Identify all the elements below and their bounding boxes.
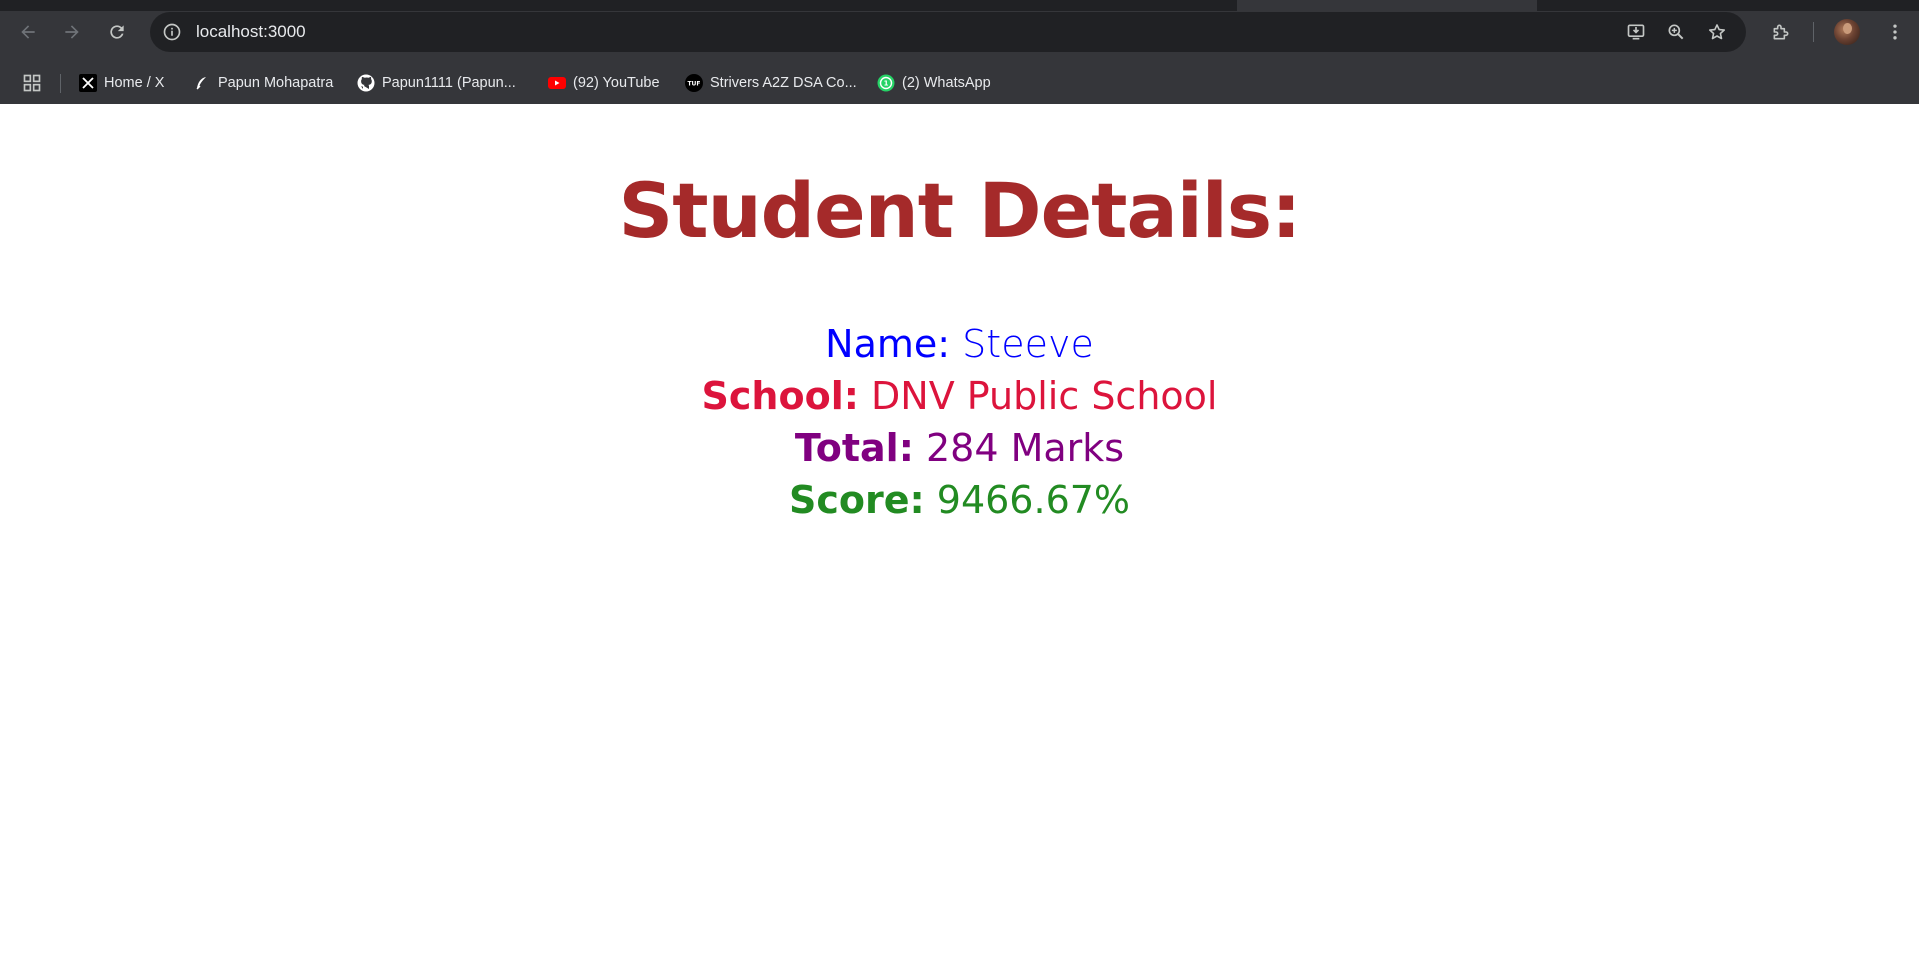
- menu-button[interactable]: [1879, 16, 1911, 48]
- total-value: 284 Marks: [926, 426, 1125, 470]
- zoom-icon: [1668, 24, 1684, 40]
- detail-row-school: School: DNV Public School: [0, 370, 1919, 422]
- detail-row-total: Total: 284 Marks: [0, 422, 1919, 474]
- score-value: 9466.67%: [936, 478, 1131, 522]
- bookmark-label: Strivers A2Z DSA Co...: [710, 75, 857, 91]
- address-bar[interactable]: localhost:3000: [150, 12, 1746, 52]
- youtube-icon: [548, 74, 566, 92]
- name-label: Name:: [825, 322, 951, 366]
- forward-button[interactable]: [56, 16, 88, 48]
- total-label: Total:: [794, 426, 914, 470]
- student-details: Name: Steeve School: DNV Public School T…: [0, 318, 1919, 526]
- detail-row-score: Score: 9466.67%: [0, 474, 1919, 526]
- school-label: School:: [701, 374, 859, 418]
- address-url[interactable]: localhost:3000: [196, 22, 306, 42]
- more-vertical-icon: [1893, 24, 1897, 40]
- bookmark-label: (2) WhatsApp: [902, 75, 991, 91]
- bookmark-github[interactable]: Papun1111 (Papun...: [353, 70, 520, 96]
- school-value: DNV Public School: [871, 374, 1218, 418]
- back-button[interactable]: [12, 16, 44, 48]
- extensions-button[interactable]: [1765, 16, 1797, 48]
- browser-chrome: localhost:3000 Home / X Papun Mohapatra …: [0, 0, 1919, 104]
- reload-button[interactable]: [101, 16, 133, 48]
- reload-icon: [110, 25, 124, 39]
- bookmark-youtube[interactable]: (92) YouTube: [544, 70, 664, 96]
- bookmark-papun-mohapatra[interactable]: Papun Mohapatra: [189, 70, 337, 96]
- apps-button[interactable]: [20, 71, 44, 95]
- toolbar-separator: [1813, 22, 1814, 42]
- bookmarks-separator: [60, 74, 61, 93]
- browser-toolbar: localhost:3000: [0, 0, 1919, 63]
- bookmark-label: Papun Mohapatra: [218, 75, 334, 91]
- site-info-button[interactable]: [158, 18, 186, 46]
- bookmark-label: (92) YouTube: [573, 75, 660, 91]
- tuf-icon: TUF: [685, 74, 703, 92]
- bookmark-strivers[interactable]: TUF Strivers A2Z DSA Co...: [681, 70, 861, 96]
- install-desktop-icon: [1627, 24, 1645, 40]
- star-icon: [1708, 24, 1726, 40]
- profile-avatar[interactable]: [1834, 19, 1860, 45]
- name-value: Steeve: [962, 322, 1094, 366]
- zoom-button[interactable]: [1662, 18, 1690, 46]
- arrow-right-icon: [65, 25, 79, 39]
- apps-grid-icon: [23, 74, 41, 92]
- bookmark-star-button[interactable]: [1703, 18, 1731, 46]
- arrow-left-icon: [21, 25, 35, 39]
- tab-strip: [0, 0, 1919, 11]
- svg-text:1: 1: [884, 80, 889, 88]
- x-logo-icon: [79, 74, 97, 92]
- bookmark-home-x[interactable]: Home / X: [75, 70, 168, 96]
- score-label: Score:: [788, 478, 925, 522]
- github-icon: [357, 74, 375, 92]
- page-content: Student Details: Name: Steeve School: DN…: [0, 104, 1919, 971]
- page-title: Student Details:: [618, 166, 1302, 255]
- puzzle-icon: [1773, 24, 1789, 40]
- tab-gap: [1237, 0, 1537, 11]
- bookmark-label: Home / X: [104, 75, 165, 91]
- info-icon: [163, 23, 181, 41]
- bookmark-label: Papun1111 (Papun...: [382, 75, 516, 91]
- whatsapp-icon: 1: [877, 74, 895, 92]
- svg-text:TUF: TUF: [687, 81, 700, 88]
- detail-row-name: Name: Steeve: [0, 318, 1919, 370]
- bookmark-whatsapp[interactable]: 1 (2) WhatsApp: [873, 70, 995, 96]
- install-app-button[interactable]: [1622, 18, 1650, 46]
- bookmarks-bar: Home / X Papun Mohapatra Papun1111 (Papu…: [0, 63, 1919, 104]
- feather-icon: [193, 74, 211, 92]
